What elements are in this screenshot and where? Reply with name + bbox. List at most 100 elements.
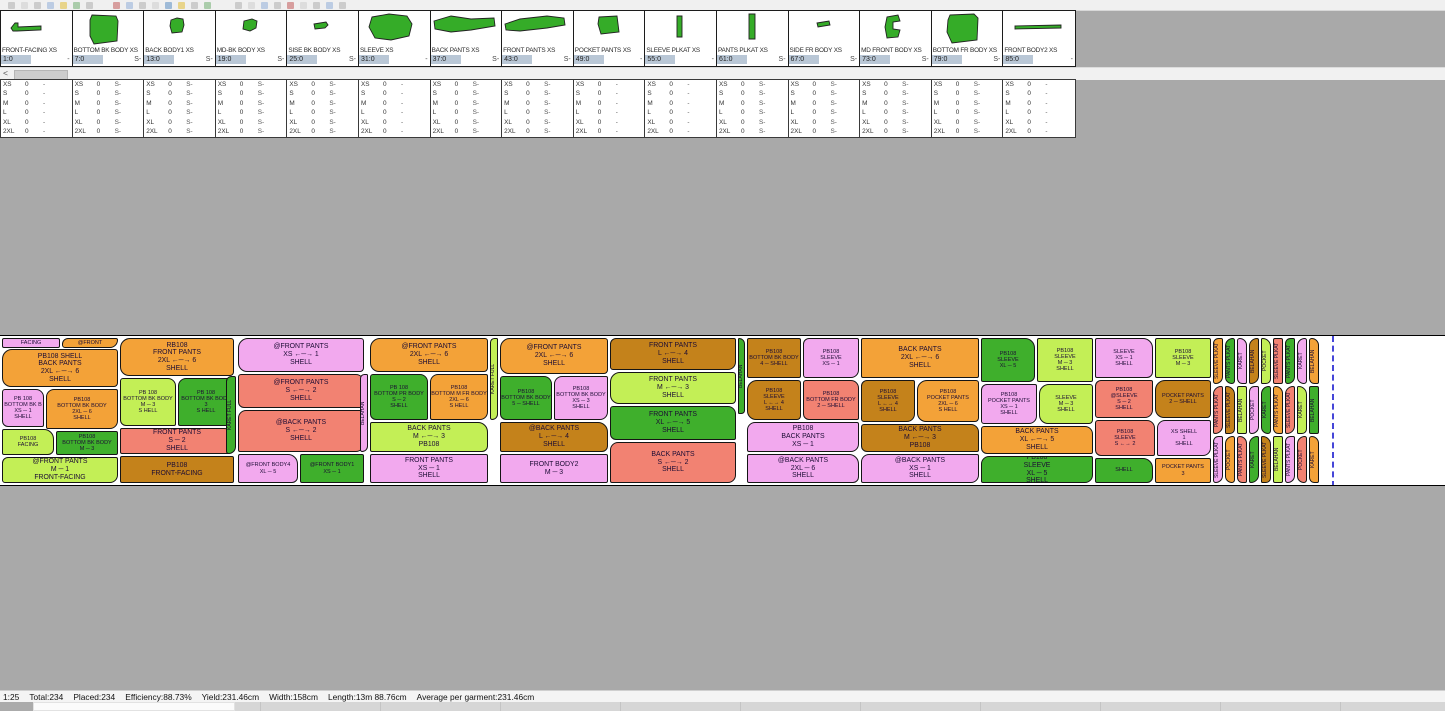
size-row[interactable]: M0- <box>645 99 716 108</box>
size-qty[interactable]: 0 <box>240 100 244 107</box>
size-row[interactable]: XS0- <box>359 80 430 89</box>
toolbar-icon[interactable] <box>139 2 146 9</box>
size-qty[interactable]: 0 <box>1027 128 1031 135</box>
size-qty[interactable]: 0 <box>311 109 315 116</box>
size-qty[interactable]: 0 <box>526 109 530 116</box>
marker-piece[interactable]: @FRONT BODY4XL ─ 5 <box>238 454 298 483</box>
size-qty[interactable]: 0 <box>956 90 960 97</box>
size-row[interactable]: L0S- <box>789 108 860 117</box>
size-row[interactable]: M0S- <box>502 99 573 108</box>
marker-piece[interactable]: PB 108BOTTOM PR BODYS ─ 2SHELL <box>370 374 428 420</box>
marker-piece[interactable]: SLEEVE PLKAT <box>1261 436 1271 483</box>
size-qty[interactable]: 0 <box>97 90 101 97</box>
size-row[interactable]: 2XL0S- <box>789 127 860 136</box>
marker-piece[interactable]: PB108BOTTOM BK BODYM ─ 3 <box>56 431 118 455</box>
size-row[interactable]: L0- <box>1 108 72 117</box>
size-row[interactable]: S0S- <box>717 89 788 98</box>
size-qty[interactable]: 0 <box>1027 90 1031 97</box>
size-qty[interactable]: 0 <box>455 109 459 116</box>
size-qty[interactable]: 0 <box>884 128 888 135</box>
toolbar-icon[interactable] <box>326 2 333 9</box>
size-row[interactable]: XS0S- <box>431 80 502 89</box>
pattern-index-count[interactable]: 49:0 <box>574 55 604 64</box>
marker-piece[interactable]: PB108FACING <box>2 429 54 455</box>
size-qty[interactable]: 0 <box>25 128 29 135</box>
size-qty[interactable]: 0 <box>240 128 244 135</box>
size-row[interactable]: L0S- <box>431 108 502 117</box>
size-row[interactable]: 2XL0S- <box>860 127 931 136</box>
marker-piece[interactable]: BELAHAN <box>738 338 745 414</box>
size-qty[interactable]: 0 <box>311 128 315 135</box>
pattern-index-count[interactable]: 55:0 <box>645 55 675 64</box>
size-qty[interactable]: 0 <box>455 100 459 107</box>
size-qty[interactable]: 0 <box>168 119 172 126</box>
size-qty[interactable]: 0 <box>168 90 172 97</box>
size-qty[interactable]: 0 <box>741 119 745 126</box>
scroll-left-arrow-icon[interactable]: < <box>3 68 8 78</box>
size-qty[interactable]: 0 <box>813 100 817 107</box>
size-row[interactable]: L0- <box>1003 108 1075 117</box>
marker-piece[interactable]: XS SHELL1SHELL <box>1157 420 1211 456</box>
size-qty[interactable]: 0 <box>813 109 817 116</box>
size-row[interactable]: XS0S- <box>287 80 358 89</box>
size-qty[interactable]: 0 <box>168 100 172 107</box>
size-row[interactable]: XL0S- <box>789 118 860 127</box>
marker-piece[interactable]: SLEEVE PLKAT <box>1273 338 1283 384</box>
marker-piece[interactable]: PB108BOTTOM BK BODYXS ─ 3SHELL <box>554 376 608 420</box>
size-row[interactable]: L0- <box>645 108 716 117</box>
pattern-index-count[interactable]: 79:0 <box>932 55 962 64</box>
size-qty[interactable]: 0 <box>669 119 673 126</box>
size-row[interactable]: 2XL0S- <box>431 127 502 136</box>
size-row[interactable]: 2XL0S- <box>73 127 144 136</box>
size-qty[interactable]: 0 <box>1027 81 1031 88</box>
pattern-index-count[interactable]: 31:0 <box>359 55 389 64</box>
size-qty[interactable]: 0 <box>813 81 817 88</box>
marker-piece[interactable]: POCKET PANTS3 <box>1155 458 1211 483</box>
pattern-thumb-7[interactable]: BACK PANTS XS37:0S- <box>431 11 503 66</box>
toolbar-icon[interactable] <box>300 2 307 9</box>
pattern-thumb-3[interactable]: BACK BODY1 XS13:0S- <box>144 11 216 66</box>
size-row[interactable]: S0- <box>1003 89 1075 98</box>
toolbar-icon[interactable] <box>113 2 120 9</box>
marker-piece[interactable]: KARET <box>1309 436 1319 483</box>
marker-piece[interactable]: PB 108BOTTOM BK BODYM ─ 3S HELL <box>120 378 176 426</box>
marker-piece[interactable]: BELAHAN <box>1309 338 1319 384</box>
size-row[interactable]: M0S- <box>73 99 144 108</box>
size-row[interactable]: S0- <box>1 89 72 98</box>
size-qty[interactable]: 0 <box>311 100 315 107</box>
size-qty[interactable]: 0 <box>168 109 172 116</box>
pattern-index-count[interactable]: 37:0 <box>431 55 461 64</box>
toolbar-icon[interactable] <box>73 2 80 9</box>
toolbar-icon[interactable] <box>274 2 281 9</box>
size-row[interactable]: XL0- <box>574 118 645 127</box>
marker-piece[interactable]: FRONT PANTSM ←─→ 3SHELL <box>610 372 736 404</box>
toolbar-icon[interactable] <box>21 2 28 9</box>
size-row[interactable]: S0S- <box>144 89 215 98</box>
marker-piece[interactable]: BELAHAN <box>1249 338 1259 384</box>
marker-piece[interactable]: @FRONT <box>62 338 118 348</box>
marker-piece[interactable]: SLEEVE PLKAT <box>1213 436 1223 483</box>
marker-piece[interactable]: KARET <box>1261 386 1271 434</box>
marker-piece[interactable]: FRONT PANTSS ─ 2SHELL <box>120 428 234 454</box>
size-qty[interactable]: 0 <box>383 109 387 116</box>
size-row[interactable]: M0- <box>1003 99 1075 108</box>
marker-piece[interactable]: FACING <box>2 338 60 348</box>
toolbar-icon[interactable] <box>47 2 54 9</box>
marker-piece[interactable]: @BACK PANTSS ←─→ 2SHELL <box>238 410 364 452</box>
marker-piece[interactable]: @FRONT PANTS2XL ←─→ 6SHELL <box>370 338 488 372</box>
size-row[interactable]: XS0S- <box>73 80 144 89</box>
size-row[interactable]: XL0S- <box>502 118 573 127</box>
marker-piece[interactable]: @BACK PANTS2XL ─ 6SHELL <box>747 454 859 483</box>
size-row[interactable]: L0- <box>574 108 645 117</box>
marker-piece[interactable]: PANTS PLKAT <box>1225 338 1235 384</box>
size-row[interactable]: L0S- <box>860 108 931 117</box>
size-row[interactable]: L0S- <box>717 108 788 117</box>
marker-piece[interactable]: POCKET <box>1249 386 1259 434</box>
size-qty[interactable]: 0 <box>311 90 315 97</box>
size-row[interactable]: M0- <box>359 99 430 108</box>
size-qty[interactable]: 0 <box>598 119 602 126</box>
size-row[interactable]: XL0- <box>359 118 430 127</box>
size-qty[interactable]: 0 <box>311 119 315 126</box>
size-row[interactable]: XL0S- <box>73 118 144 127</box>
size-row[interactable]: M0- <box>574 99 645 108</box>
